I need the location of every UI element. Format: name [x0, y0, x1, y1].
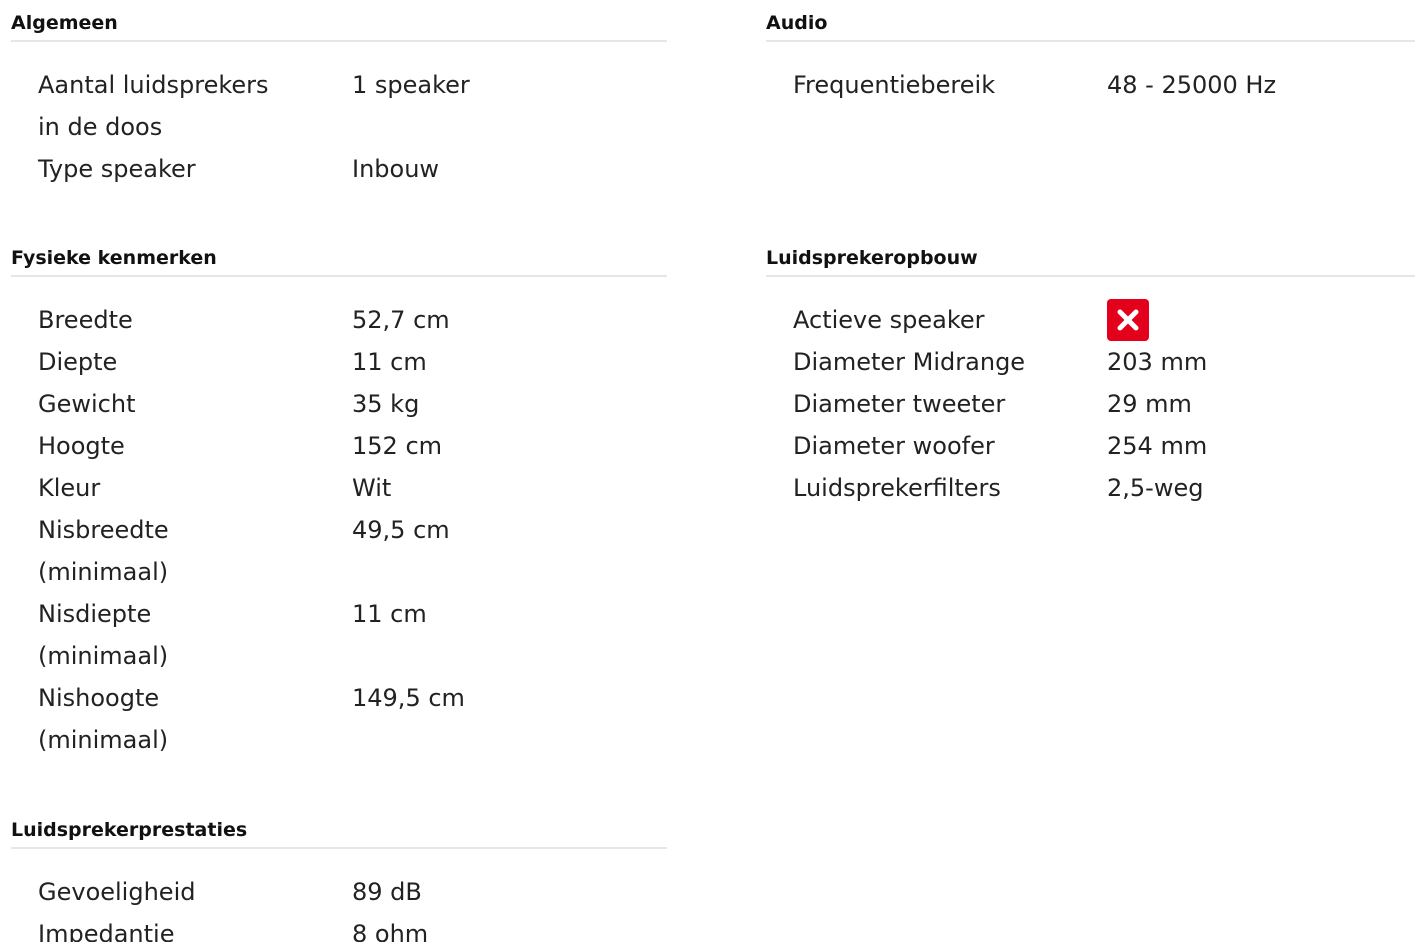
spec-label: Breedte — [38, 306, 133, 334]
section-algemeen: Algemeen Aantal luidsprekers in de doos … — [11, 11, 667, 190]
spec-row: Luidsprekerfilters 2,5-weg — [793, 467, 1415, 509]
spec-row: Type speaker Inbouw — [38, 148, 667, 190]
spec-list: Gevoeligheid 89 dB Impedantie 8 ohm — [11, 871, 667, 942]
spec-row: Breedte 52,7 cm — [38, 299, 667, 341]
spec-row: Diameter woofer 254 mm — [793, 425, 1415, 467]
spec-row: Nisdiepte (minimaal) 11 cm — [38, 593, 667, 677]
spec-value: 89 dB — [352, 878, 422, 906]
spec-row: Frequentiebereik 48 - 25000 Hz — [793, 64, 1415, 106]
section-audio: Audio Frequentiebereik 48 - 25000 Hz — [766, 11, 1415, 106]
spec-label: Aantal luidsprekers in de doos — [38, 71, 269, 141]
spec-value: 2,5-weg — [1107, 474, 1204, 502]
spec-value: 11 cm — [352, 600, 427, 628]
spec-list: Breedte 52,7 cm Diepte 11 cm Gewicht 35 … — [11, 299, 667, 761]
spec-value: 203 mm — [1107, 348, 1208, 376]
spec-label: Impedantie — [38, 920, 175, 942]
spec-list: Frequentiebereik 48 - 25000 Hz — [766, 64, 1415, 106]
spec-label: Nisdiepte (minimaal) — [38, 600, 169, 670]
section-title: Luidsprekeropbouw — [766, 246, 1415, 277]
spec-value: 35 kg — [352, 390, 420, 418]
spec-row: Nisbreedte (minimaal) 49,5 cm — [38, 509, 667, 593]
section-fysieke-kenmerken: Fysieke kenmerken Breedte 52,7 cm Diepte… — [11, 246, 667, 761]
section-title: Luidsprekerprestaties — [11, 818, 667, 849]
spec-label: Diepte — [38, 348, 118, 376]
spec-value: 1 speaker — [352, 71, 470, 99]
spec-row: Gevoeligheid 89 dB — [38, 871, 667, 913]
spec-row: Hoogte 152 cm — [38, 425, 667, 467]
spec-value: 49,5 cm — [352, 516, 450, 544]
spec-row: Diameter Midrange 203 mm — [793, 341, 1415, 383]
spec-value: 52,7 cm — [352, 306, 450, 334]
spec-row: Kleur Wit — [38, 467, 667, 509]
spec-row: Nishoogte (minimaal) 149,5 cm — [38, 677, 667, 761]
spec-row: Actieve speaker — [793, 299, 1415, 341]
spec-list: Actieve speaker Diameter Midrange 203 mm… — [766, 299, 1415, 509]
spec-label: Luidsprekerfilters — [793, 474, 1001, 502]
spec-label: Frequentiebereik — [793, 71, 996, 99]
spec-label: Diameter woofer — [793, 432, 995, 460]
spec-label: Type speaker — [38, 155, 196, 183]
spec-label: Gewicht — [38, 390, 136, 418]
section-title: Fysieke kenmerken — [11, 246, 667, 277]
spec-value: Inbouw — [352, 155, 440, 183]
spec-row: Aantal luidsprekers in de doos 1 speaker — [38, 64, 667, 148]
spec-label: Diameter tweeter — [793, 390, 1006, 418]
spec-value: Wit — [352, 474, 392, 502]
spec-value: 48 - 25000 Hz — [1107, 71, 1277, 99]
spec-label: Diameter Midrange — [793, 348, 1026, 376]
spec-label: Gevoeligheid — [38, 878, 196, 906]
spec-label: Nisbreedte (minimaal) — [38, 516, 169, 586]
spec-label: Nishoogte (minimaal) — [38, 684, 169, 754]
spec-value: 11 cm — [352, 348, 427, 376]
section-luidsprekerprestaties: Luidsprekerprestaties Gevoeligheid 89 dB… — [11, 818, 667, 942]
spec-value: 152 cm — [352, 432, 443, 460]
no-cross-icon — [1107, 299, 1149, 341]
section-title: Algemeen — [11, 11, 667, 42]
spec-row: Impedantie 8 ohm — [38, 913, 667, 942]
spec-value — [1107, 299, 1415, 341]
spec-row: Diameter tweeter 29 mm — [793, 383, 1415, 425]
spec-value: 149,5 cm — [352, 684, 465, 712]
section-luidsprekeropbouw: Luidsprekeropbouw Actieve speaker Diamet… — [766, 246, 1415, 509]
spec-label: Actieve speaker — [793, 306, 985, 334]
spec-row: Diepte 11 cm — [38, 341, 667, 383]
spec-label: Kleur — [38, 474, 101, 502]
spec-value: 8 ohm — [352, 920, 429, 942]
spec-row: Gewicht 35 kg — [38, 383, 667, 425]
spec-value: 254 mm — [1107, 432, 1208, 460]
spec-label: Hoogte — [38, 432, 125, 460]
spec-value: 29 mm — [1107, 390, 1192, 418]
spec-page: Algemeen Aantal luidsprekers in de doos … — [0, 0, 1415, 942]
section-title: Audio — [766, 11, 1415, 42]
spec-list: Aantal luidsprekers in de doos 1 speaker… — [11, 64, 667, 190]
